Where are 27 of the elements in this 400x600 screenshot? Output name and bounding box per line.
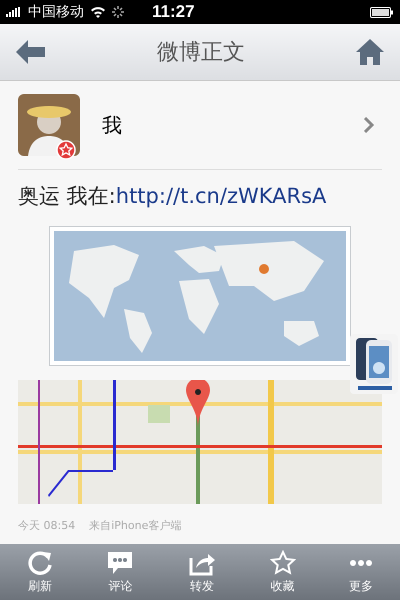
signal-icon: [6, 7, 22, 17]
post-time: 今天 08:54: [18, 518, 76, 533]
chevron-icon: [364, 117, 374, 133]
author-row[interactable]: 我: [18, 81, 382, 169]
wifi-icon: [90, 6, 106, 18]
author-name: 我: [102, 112, 123, 138]
toolbar-button[interactable]: 转发: [182, 548, 222, 596]
toolbar-button[interactable]: 更多: [343, 548, 380, 596]
more-icon: [350, 560, 372, 566]
home-icon[interactable]: [356, 39, 384, 65]
carrier-name: 中国移动: [28, 3, 84, 21]
star-icon: [270, 550, 296, 576]
toolbar-button[interactable]: 收藏: [264, 548, 302, 596]
back-arrow-icon[interactable]: [16, 40, 46, 64]
page-title: 微博正文: [157, 39, 245, 67]
toolbar-button[interactable]: 刷新: [20, 548, 59, 596]
post-source: 来自iPhone客户端: [89, 518, 182, 533]
post-link[interactable]: http://t.cn/zWKARsA: [116, 184, 326, 208]
speech-bubble-icon: [106, 550, 134, 576]
post-text: 奥运 我在:http://t.cn/zWKARsA: [18, 183, 328, 210]
star-badge-icon: [56, 140, 76, 160]
loading-icon: [112, 6, 124, 18]
clock-time: 11:27: [152, 2, 195, 22]
battery-icon: [370, 6, 394, 18]
toolbar-button[interactable]: 评论: [100, 548, 140, 596]
refresh-icon: [26, 550, 53, 576]
avatar-icon: [18, 94, 80, 156]
